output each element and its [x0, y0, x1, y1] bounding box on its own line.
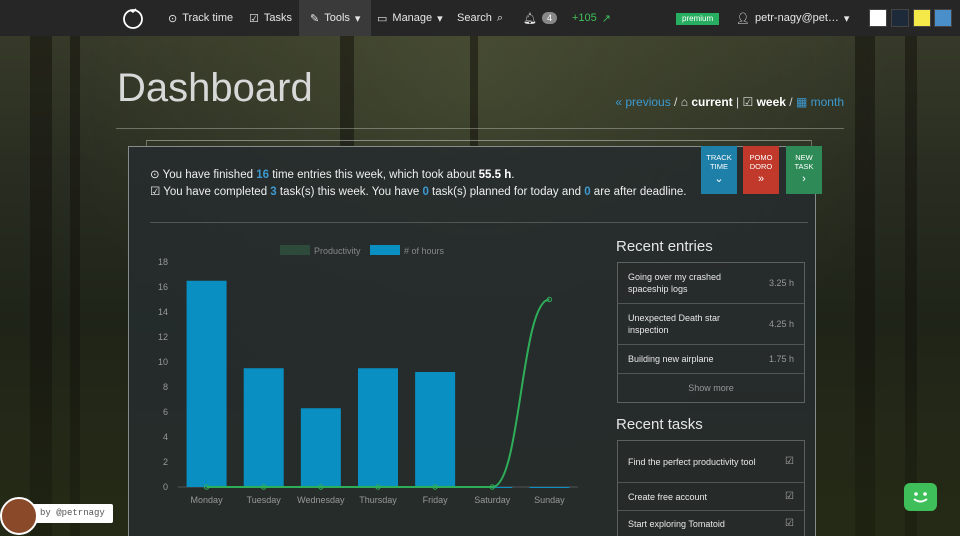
checkbox-icon: ☑ [249, 12, 259, 25]
recent-task-item[interactable]: Find the perfect productivity tool ☑ [618, 441, 804, 483]
theme-swatch-white[interactable] [869, 9, 887, 27]
legend-hours-label: # of hours [404, 246, 445, 256]
previous-link[interactable]: « previous [615, 95, 670, 109]
y-tick-label: 4 [163, 432, 168, 442]
x-tick-label: Friday [423, 495, 449, 505]
theme-swatch-blue[interactable] [934, 9, 952, 27]
calendar-icon: ▦ [795, 95, 808, 109]
premium-badge: premium [676, 13, 720, 25]
y-tick-label: 10 [158, 357, 168, 367]
recent-entries-title: Recent entries [616, 238, 713, 255]
bar-wednesday [300, 408, 341, 487]
theme-swatch-yellow[interactable] [913, 9, 931, 27]
y-tick-label: 0 [163, 482, 168, 492]
user-icon: 👤︎ [736, 12, 750, 25]
checkbox-icon: ☑ [150, 186, 164, 198]
bell-icon: 🔔︎ [523, 12, 537, 25]
legend-hours-swatch [370, 245, 400, 255]
pomodoro-button[interactable]: POMO DORO » [743, 146, 779, 194]
page-title: Dashboard [117, 66, 313, 110]
y-tick-label: 8 [163, 382, 168, 392]
month-link[interactable]: month [811, 95, 844, 109]
weekly-summary: ⊙ You have finished 16 time entries this… [150, 167, 687, 201]
x-tick-label: Sunday [534, 495, 565, 505]
nav-search[interactable]: Search ⌕ [457, 0, 503, 36]
double-chevron-right-icon: » [757, 173, 765, 185]
notification-badge: 4 [541, 12, 557, 24]
x-tick-label: Thursday [359, 495, 397, 505]
weekly-hours-chart: 0 2 4 6 8 10 12 14 16 18 Monday Tuesday Wednesday Thu… [158, 245, 578, 505]
chevron-down-icon: ⌄ [714, 173, 724, 185]
y-tick-label: 16 [158, 282, 168, 292]
y-tick-label: 2 [163, 457, 168, 467]
nav-track-time[interactable]: ⊙ Track time [168, 0, 233, 36]
legend-productivity-swatch [280, 245, 310, 255]
checkbox-icon[interactable]: ☑ [785, 491, 794, 503]
header-divider [116, 128, 844, 129]
folder-icon: ▭ [377, 12, 388, 25]
period-navigation: « previous / ⌂ current | ☑ week / ▦ mont… [615, 95, 844, 109]
home-icon: ⌂ [680, 95, 688, 109]
theme-swatch-navy[interactable] [891, 9, 909, 27]
week-link[interactable]: week [757, 95, 786, 109]
tomato-logo-icon[interactable] [121, 6, 145, 30]
track-time-button[interactable]: TRACK TIME ⌄ [701, 146, 737, 194]
nav-points[interactable]: +105 ↗ [572, 0, 611, 36]
background-tree [470, 36, 478, 146]
chat-face-icon [913, 492, 928, 503]
wrench-icon: ✎ [310, 12, 320, 25]
caret-down-icon: ▾ [843, 12, 850, 25]
bar-sunday [529, 487, 570, 488]
recent-entries-list: Going over my crashed spaceship logs 3.2… [617, 262, 805, 403]
x-tick-label: Tuesday [247, 495, 282, 505]
x-tick-label: Wednesday [297, 495, 345, 505]
background-tree [340, 36, 354, 146]
caret-down-icon: ▾ [354, 12, 361, 25]
x-tick-label: Saturday [474, 495, 511, 505]
nav-notifications[interactable]: 🔔︎ 4 [523, 0, 557, 36]
nav-tasks[interactable]: ☑ Tasks [249, 0, 292, 36]
y-tick-label: 18 [158, 257, 168, 267]
legend-productivity-label: Productivity [314, 246, 361, 256]
nav-tools[interactable]: ✎ Tools ▾ [299, 0, 372, 36]
bar-monday [186, 280, 227, 487]
summary-tasks: ☑ You have completed 3 task(s) this week… [150, 186, 687, 198]
caret-down-icon: ▾ [437, 12, 443, 25]
author-avatar [0, 497, 38, 535]
y-tick-label: 6 [163, 407, 168, 417]
nav-manage[interactable]: ▭ Manage ▾ [377, 0, 443, 36]
search-icon: ⌕ [496, 11, 504, 24]
chevron-right-icon: › [802, 173, 806, 185]
author-credit[interactable]: by @petrnagy [0, 497, 114, 535]
recent-tasks-list: Find the perfect productivity tool ☑ Cre… [617, 440, 805, 536]
recent-entry-item[interactable]: Unexpected Death star inspection 4.25 h [618, 304, 804, 345]
new-task-button[interactable]: NEW TASK › [786, 146, 822, 194]
x-tick-label: Monday [191, 495, 224, 505]
clock-icon: ⊙ [150, 169, 163, 181]
recent-task-item[interactable]: Create free account ☑ [618, 483, 804, 511]
bar-tuesday [243, 368, 284, 487]
arrow-up-right-icon: ↗ [601, 12, 611, 25]
checkbox-icon[interactable]: ☑ [785, 456, 794, 468]
recent-tasks-title: Recent tasks [616, 416, 703, 433]
panel-divider [150, 222, 808, 223]
current-link[interactable]: current [691, 95, 732, 109]
credit-label: by @petrnagy [32, 504, 113, 523]
show-more-button[interactable]: Show more [618, 374, 804, 402]
summary-time-entries: ⊙ You have finished 16 time entries this… [150, 169, 515, 181]
nav-user-menu[interactable]: 👤︎ petr-nagy@pet… ▾ [736, 0, 849, 36]
bar-thursday [358, 368, 398, 487]
recent-entry-item[interactable]: Building new airplane 1.75 h [618, 345, 804, 374]
checkbox-icon[interactable]: ☑ [785, 518, 794, 530]
recent-entry-item[interactable]: Going over my crashed spaceship logs 3.2… [618, 263, 804, 304]
clock-icon: ⊙ [168, 12, 178, 25]
top-navbar: ⊙ Track time ☑ Tasks ✎ Tools ▾ ▭ Manage … [0, 0, 960, 36]
chat-widget-button[interactable] [904, 483, 937, 511]
y-tick-label: 14 [158, 307, 168, 317]
calendar-check-icon: ☑ [742, 95, 754, 109]
y-tick-label: 12 [158, 332, 168, 342]
recent-task-item[interactable]: Start exploring Tomatoid ☑ [618, 511, 804, 536]
bar-friday [415, 372, 456, 487]
